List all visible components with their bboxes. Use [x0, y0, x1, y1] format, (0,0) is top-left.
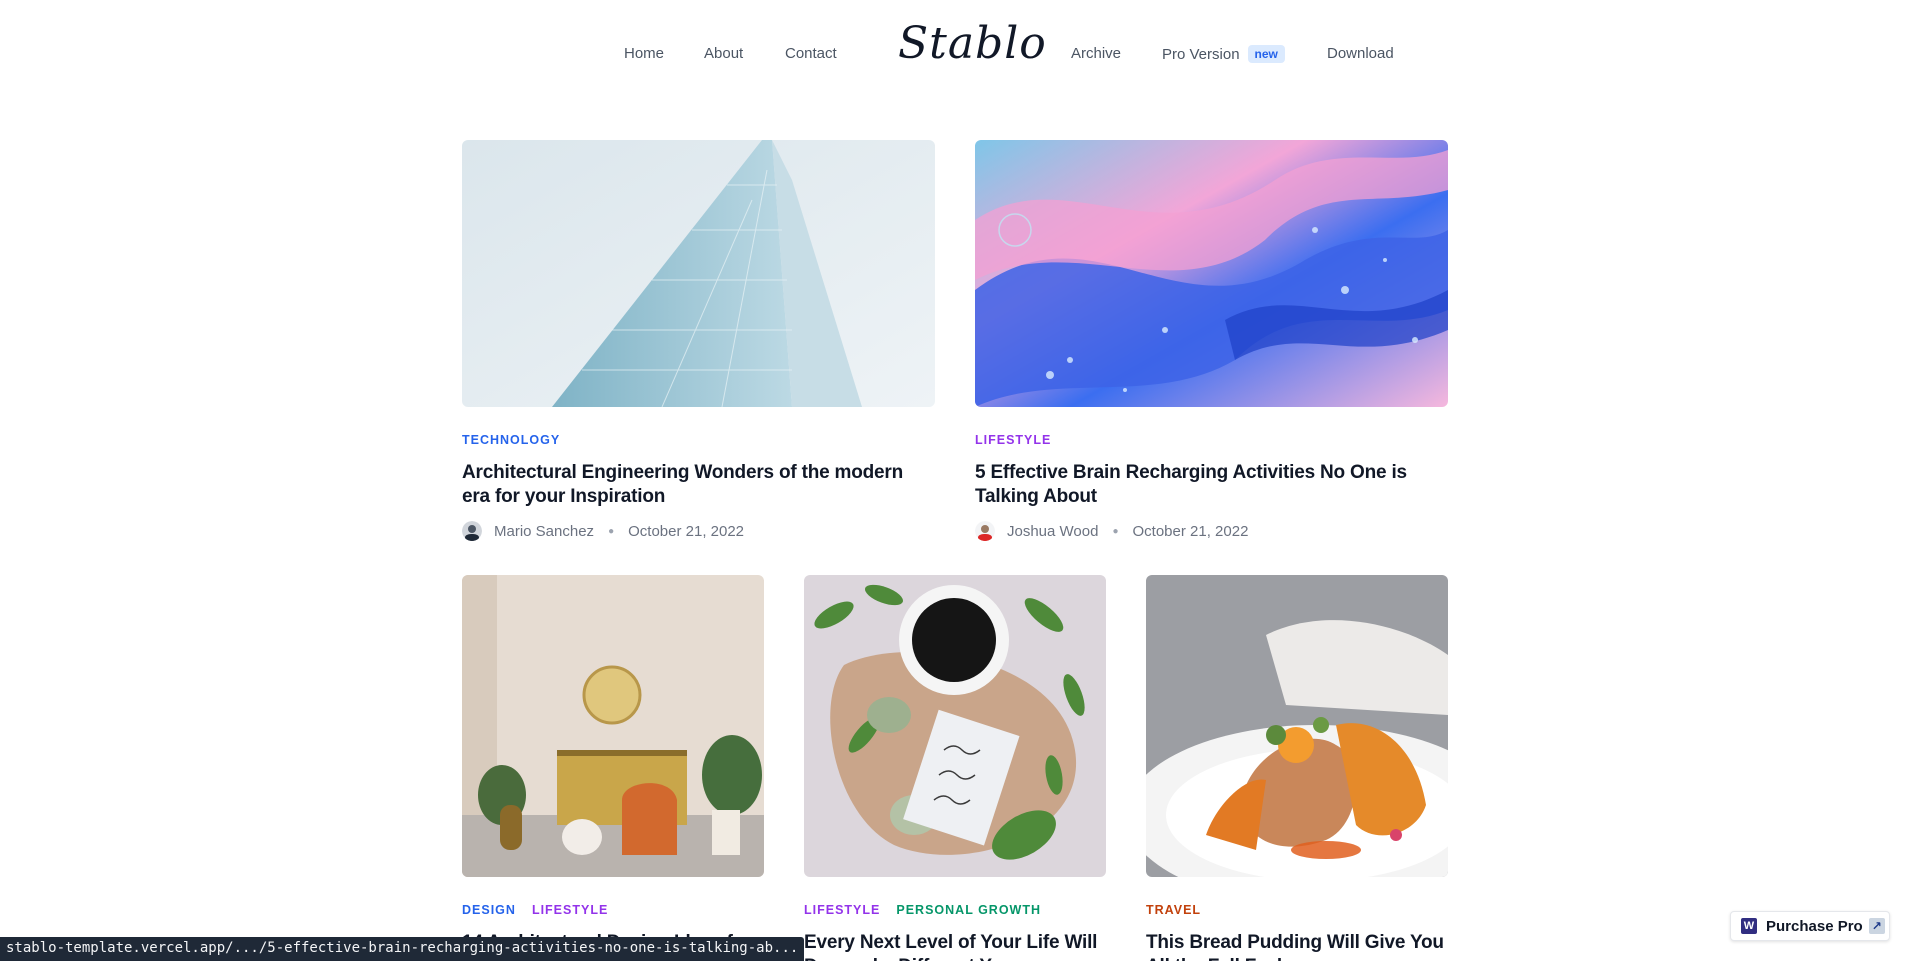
- post-meta: Mario Sanchez ● October 21, 2022: [462, 521, 935, 541]
- web3templates-logo-icon: W: [1741, 918, 1757, 934]
- author-name[interactable]: Mario Sanchez: [494, 523, 594, 540]
- post-date: October 21, 2022: [1132, 522, 1249, 540]
- category-list: TECHNOLOGY: [462, 433, 935, 449]
- site-header: Home About Contact Stablo Archive Pro Ve…: [0, 0, 1905, 108]
- category-list: LIFESTYLE: [975, 433, 1448, 449]
- external-link-icon: ↗: [1868, 918, 1885, 934]
- post-meta: Joshua Wood ● October 21, 2022: [975, 521, 1448, 541]
- separator-dot: ●: [608, 525, 615, 537]
- post-title[interactable]: Architectural Engineering Wonders of the…: [462, 461, 935, 509]
- nav-pro-label: Pro Version: [1162, 46, 1240, 63]
- category-lifestyle[interactable]: LIFESTYLE: [804, 903, 880, 919]
- purchase-pro-label: Purchase Pro: [1766, 917, 1863, 935]
- post-card: LIFESTYLE 5 Effective Brain Recharging A…: [975, 140, 1448, 541]
- nav-archive[interactable]: Archive: [1071, 45, 1121, 62]
- category-list: LIFESTYLE PERSONAL GROWTH: [804, 903, 1106, 919]
- avatar: [975, 521, 995, 541]
- category-list: DESIGN LIFESTYLE: [462, 903, 764, 919]
- post-title[interactable]: Every Next Level of Your Life Will Deman…: [804, 931, 1106, 961]
- category-travel[interactable]: TRAVEL: [1146, 903, 1201, 919]
- glass-building-image[interactable]: [462, 140, 935, 407]
- category-personal-growth[interactable]: PERSONAL GROWTH: [896, 903, 1041, 919]
- category-technology[interactable]: TECHNOLOGY: [462, 433, 560, 449]
- post-card: TRAVEL This Bread Pudding Will Give You …: [1146, 575, 1448, 961]
- nav-download[interactable]: Download: [1327, 45, 1394, 62]
- category-lifestyle[interactable]: LIFESTYLE: [532, 903, 608, 919]
- nav-home[interactable]: Home: [624, 45, 664, 62]
- nav-contact[interactable]: Contact: [785, 45, 837, 62]
- living-room-image[interactable]: [462, 575, 764, 877]
- fluid-art-image[interactable]: [975, 140, 1448, 407]
- post-date: October 21, 2022: [628, 522, 745, 540]
- nav-pro-version[interactable]: Pro Version new: [1162, 45, 1285, 63]
- food-plate-image[interactable]: [1146, 575, 1448, 877]
- author-name[interactable]: Joshua Wood: [1007, 523, 1098, 540]
- site-logo[interactable]: Stablo: [898, 18, 1047, 69]
- separator-dot: ●: [1112, 525, 1119, 537]
- post-title[interactable]: This Bread Pudding Will Give You All the…: [1146, 931, 1448, 961]
- new-badge: new: [1247, 45, 1285, 63]
- post-card: LIFESTYLE PERSONAL GROWTH Every Next Lev…: [804, 575, 1106, 961]
- avatar: [462, 521, 482, 541]
- post-title[interactable]: 5 Effective Brain Recharging Activities …: [975, 461, 1448, 509]
- post-card: DESIGN LIFESTYLE 14 Architectural Design…: [462, 575, 764, 961]
- category-design[interactable]: DESIGN: [462, 903, 516, 919]
- post-card: TECHNOLOGY Architectural Engineering Won…: [462, 140, 935, 541]
- category-lifestyle[interactable]: LIFESTYLE: [975, 433, 1051, 449]
- purchase-pro-button[interactable]: W Purchase Pro ↗: [1730, 911, 1890, 941]
- nav-about[interactable]: About: [704, 45, 743, 62]
- category-list: TRAVEL: [1146, 903, 1448, 919]
- coffee-cup-image[interactable]: [804, 575, 1106, 877]
- link-status-bar: stablo-template.vercel.app/.../5-effecti…: [0, 937, 805, 961]
